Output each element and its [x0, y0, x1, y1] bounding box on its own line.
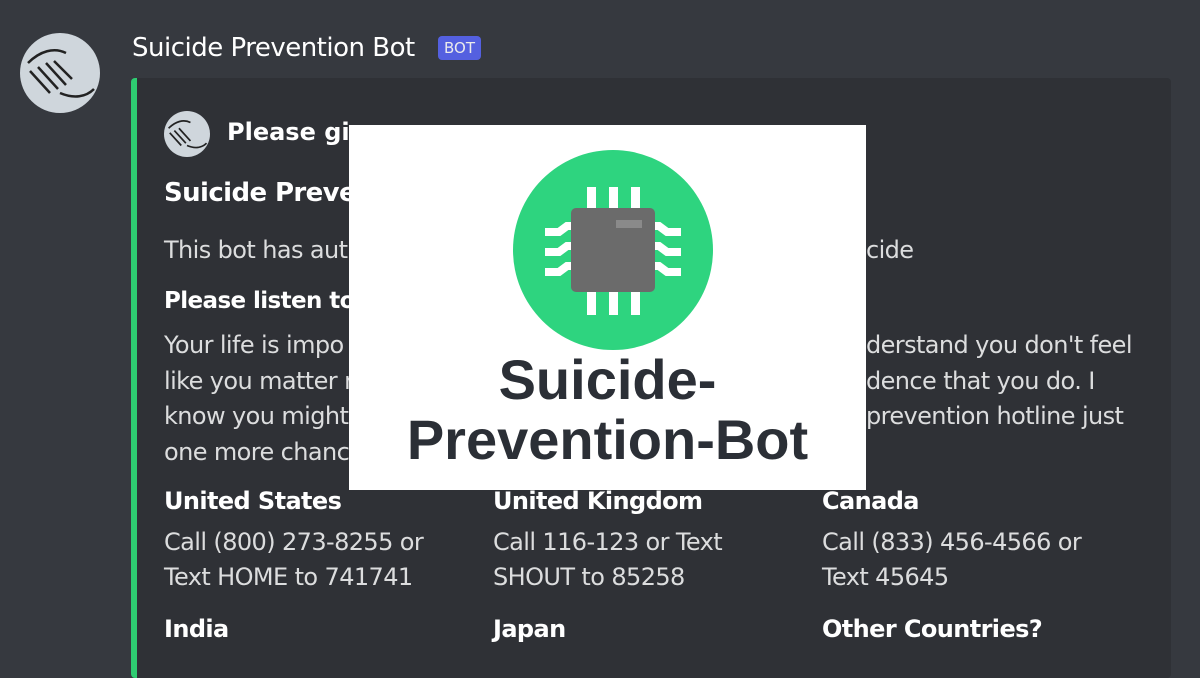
- helping-hands-icon: [27, 49, 95, 98]
- hotline-us: United States Call (800) 273-8255 or Text…: [164, 487, 424, 591]
- field-paragraph-right: derstand you don't feel dence that you do…: [866, 331, 1133, 430]
- logo-wordmark: Suicide- Prevention-Bot: [406, 348, 809, 471]
- embed-author-icon: [164, 111, 210, 157]
- chip-logo-icon: [513, 150, 713, 350]
- embed-title: Suicide Preven: [164, 178, 375, 208]
- hotline-other: Other Countries?: [822, 615, 1043, 643]
- hotline-japan: Japan: [493, 615, 566, 643]
- embed-description-end: cide: [866, 236, 914, 264]
- logo-overlay: Suicide- Prevention-Bot: [349, 125, 866, 490]
- author-name[interactable]: Suicide Prevention Bot: [132, 33, 415, 63]
- embed-description: This bot has aut: [164, 236, 348, 264]
- field-heading: Please listen to: [164, 288, 355, 314]
- hotline-uk: United Kingdom Call 116-123 or Text SHOUT…: [493, 487, 723, 591]
- hotline-canada: Canada Call (833) 456-4566 or Text 45645: [822, 487, 1082, 591]
- hotline-india: India: [164, 615, 229, 643]
- bot-badge: BOT: [438, 36, 481, 60]
- helping-hands-icon: [167, 120, 208, 149]
- bot-avatar[interactable]: [20, 33, 100, 113]
- field-paragraph-left: Your life is impo like you matter r know y…: [164, 331, 354, 466]
